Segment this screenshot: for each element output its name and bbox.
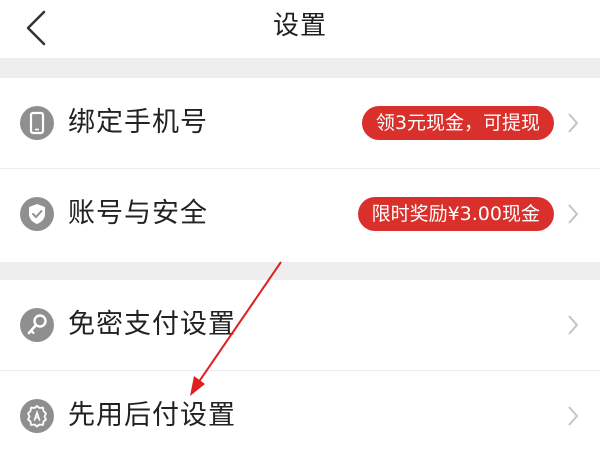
settings-item-label: 账号与安全 — [68, 198, 208, 229]
section-gap — [0, 58, 600, 78]
settings-item-pay-later[interactable]: 先用后付设置 — [0, 371, 600, 461]
nav-bar: 设置 — [0, 0, 600, 58]
settings-item-label: 免密支付设置 — [68, 309, 236, 340]
settings-item-label: 先用后付设置 — [68, 400, 236, 431]
phone-icon — [20, 106, 54, 140]
chevron-right-icon — [568, 315, 579, 335]
section-gap — [0, 262, 600, 280]
chevron-right-icon — [568, 113, 579, 133]
promo-badge[interactable]: 领3元现金，可提现 — [361, 106, 554, 140]
chevron-right-icon — [568, 406, 579, 426]
promo-badge[interactable]: 限时奖励¥3.00现金 — [357, 197, 554, 231]
shield-check-icon — [20, 197, 54, 231]
settings-item-password-free-payment[interactable]: 免密支付设置 — [0, 280, 600, 370]
settings-item-label: 绑定手机号 — [68, 107, 208, 138]
chevron-right-icon — [568, 204, 579, 224]
settings-item-account-security[interactable]: 账号与安全 限时奖励¥3.00现金 — [0, 169, 600, 259]
page-title: 设置 — [272, 11, 327, 41]
key-icon — [20, 308, 54, 342]
badge-icon — [20, 399, 54, 433]
settings-item-bind-phone[interactable]: 绑定手机号 领3元现金，可提现 — [0, 78, 600, 168]
